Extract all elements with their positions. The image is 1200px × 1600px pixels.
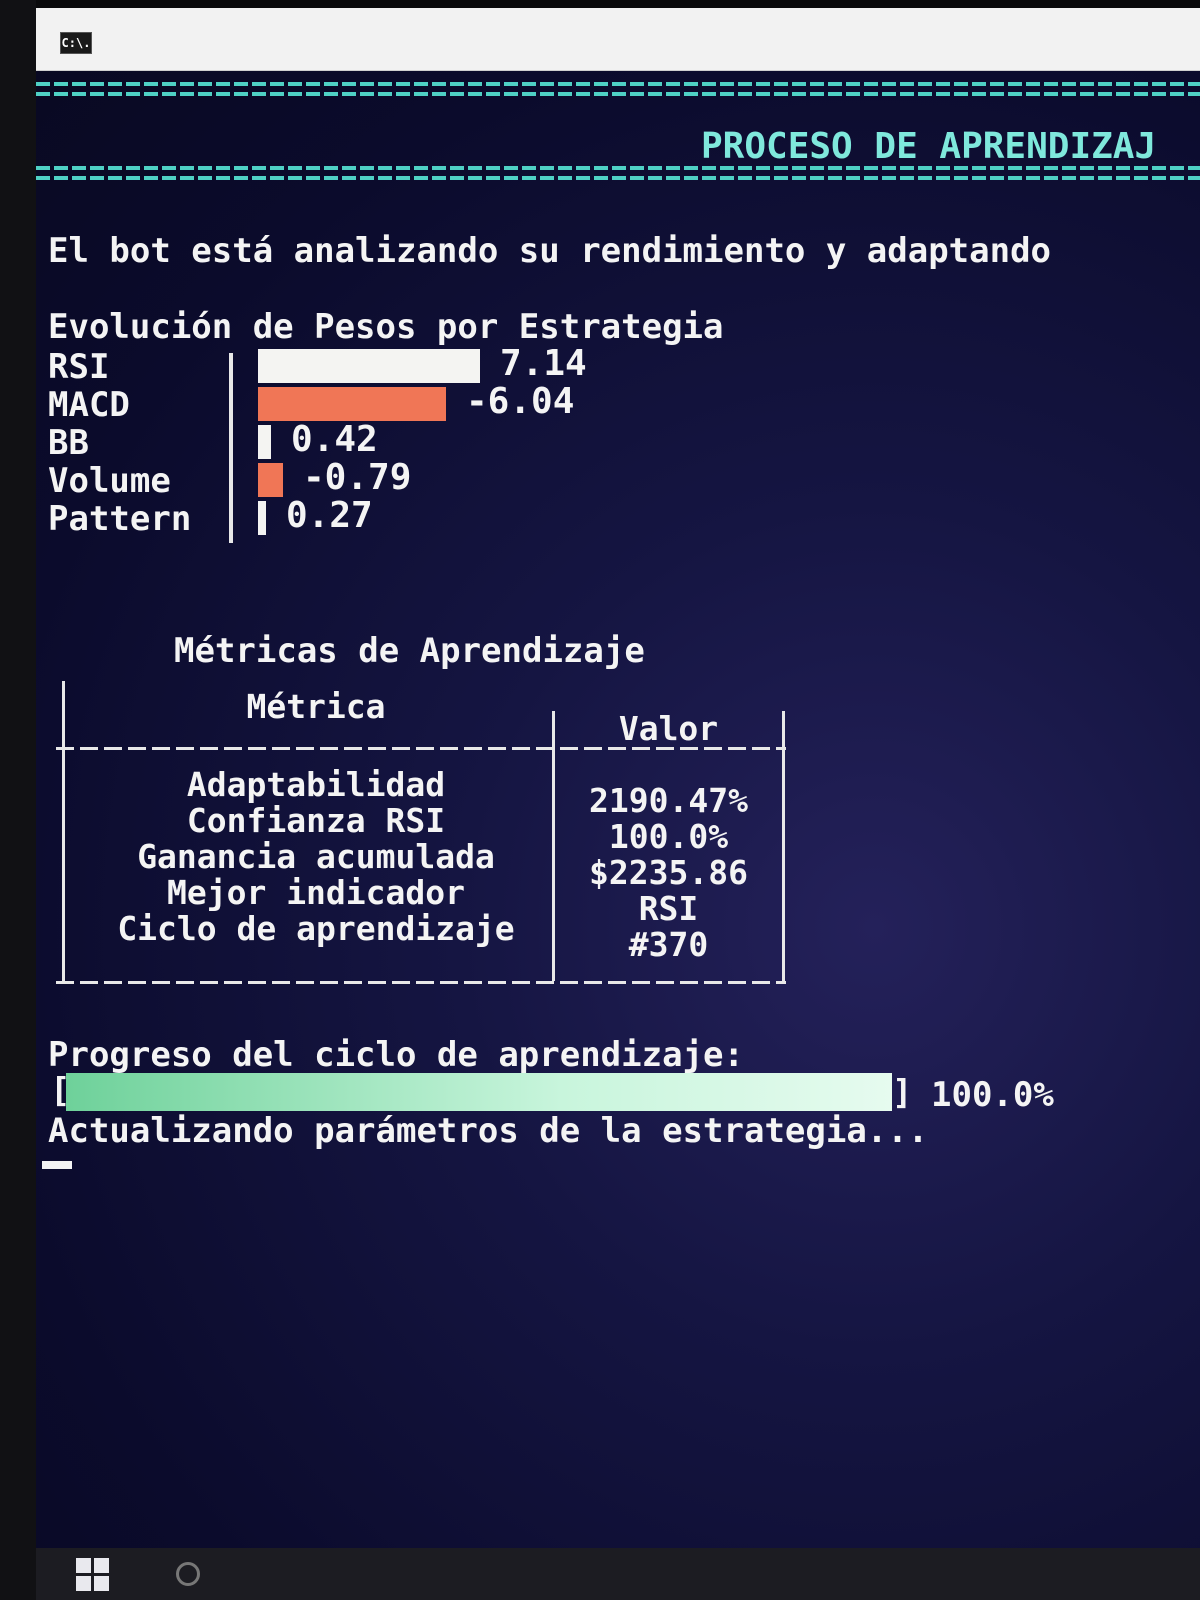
header-value: Valor bbox=[618, 709, 719, 748]
metric-name-ciclo: Ciclo de aprendizaje bbox=[117, 909, 515, 948]
search-icon[interactable] bbox=[176, 1562, 200, 1586]
table-border-mid bbox=[552, 711, 555, 981]
bottom-separator bbox=[36, 163, 1200, 185]
metric-value-ganancia: $2235.86 bbox=[589, 853, 748, 892]
weight-label-pattern: Pattern bbox=[48, 499, 192, 539]
cmd-prompt-icon: C:\. bbox=[60, 32, 92, 54]
weight-value-pattern: 0.27 bbox=[286, 495, 373, 536]
status-line: El bot está analizando su rendimiento y … bbox=[48, 231, 1052, 271]
progress-bar bbox=[66, 1073, 896, 1111]
weight-bar-pattern bbox=[258, 501, 266, 535]
metric-name-mejor: Mejor indicador bbox=[166, 873, 465, 912]
console-output[interactable]: PROCESO DE APRENDIZAJ El bot está analiz… bbox=[36, 71, 1200, 1548]
weight-value-macd: -6.04 bbox=[466, 381, 575, 422]
weight-label-rsi: RSI bbox=[48, 347, 110, 387]
weight-value-volume: -0.79 bbox=[303, 457, 412, 498]
progress-label: Progreso del ciclo de aprendizaje: bbox=[48, 1035, 744, 1075]
weight-label-bb: BB bbox=[48, 423, 89, 463]
metric-value-adaptabilidad: 2190.47% bbox=[589, 781, 748, 820]
text-cursor bbox=[42, 1161, 72, 1169]
weight-label-volume: Volume bbox=[48, 461, 171, 501]
progress-fill bbox=[66, 1073, 892, 1111]
metric-value-mejor: RSI bbox=[638, 889, 699, 928]
metric-value-confianza: 100.0% bbox=[608, 817, 729, 856]
weight-bar-macd bbox=[258, 387, 446, 421]
progress-close-bracket: ] bbox=[892, 1073, 913, 1113]
table-border-left bbox=[62, 681, 65, 981]
weight-label-macd: MACD bbox=[48, 385, 130, 425]
table-border-right bbox=[782, 711, 785, 981]
weight-bar-volume bbox=[258, 463, 283, 497]
console-window[interactable]: C:\. PROCESO DE APRENDIZAJ El bot está a… bbox=[36, 8, 1200, 1548]
weight-bar-bb bbox=[258, 425, 271, 459]
table-bottom-border bbox=[56, 981, 786, 984]
weight-value-bb: 0.42 bbox=[291, 419, 378, 460]
table-header-divider bbox=[56, 747, 786, 750]
metric-name-adaptabilidad: Adaptabilidad bbox=[186, 765, 446, 804]
metric-name-confianza: Confianza RSI bbox=[186, 801, 446, 840]
weight-value-rsi: 7.14 bbox=[500, 343, 587, 384]
header-metric: Métrica bbox=[246, 687, 386, 726]
weight-bar-rsi bbox=[258, 349, 480, 383]
progress-status: Actualizando parámetros de la estrategia… bbox=[48, 1111, 929, 1151]
metric-value-ciclo: #370 bbox=[628, 925, 709, 964]
monitor-bezel bbox=[0, 0, 36, 1600]
banner-title: PROCESO DE APRENDIZAJ bbox=[701, 126, 1157, 167]
windows-start-icon[interactable] bbox=[76, 1558, 110, 1592]
progress-percent: 100.0% bbox=[931, 1075, 1054, 1115]
metric-name-ganancia: Ganancia acumulada bbox=[137, 837, 495, 876]
weights-axis bbox=[229, 353, 233, 543]
metrics-table: Métrica Valor Adaptabilidad 2190.47% Con… bbox=[56, 681, 786, 991]
taskbar bbox=[36, 1548, 1200, 1600]
top-separator bbox=[36, 79, 1200, 101]
metrics-title: Métricas de Aprendizaje bbox=[174, 631, 645, 671]
weights-heading: Evolución de Pesos por Estrategia bbox=[48, 307, 724, 347]
window-titlebar[interactable]: C:\. bbox=[36, 8, 1200, 71]
